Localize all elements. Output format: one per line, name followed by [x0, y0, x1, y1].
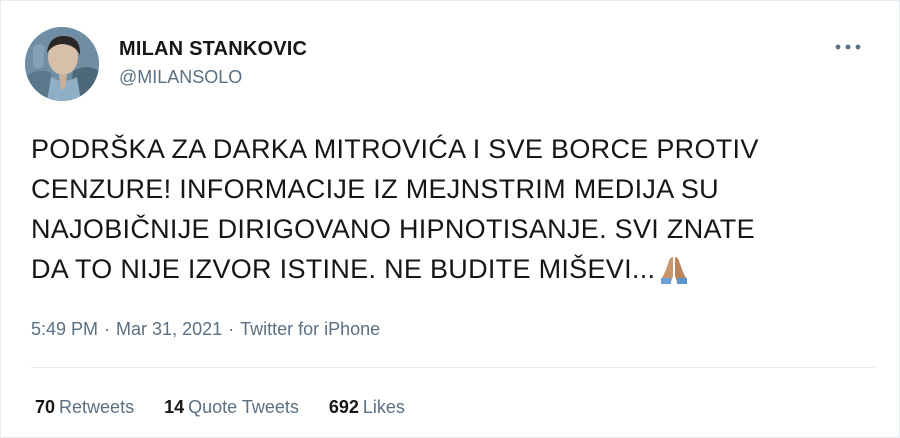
more-options-button[interactable] [831, 37, 865, 57]
user-handle[interactable]: @MILANSOLO [119, 65, 307, 89]
retweets-count: 70 [35, 397, 56, 417]
meta-separator: · [228, 319, 235, 339]
retweets-label: Retweets [59, 397, 135, 417]
tweet-date[interactable]: Mar 31, 2021 [116, 319, 222, 339]
divider [31, 367, 875, 368]
tweet-stats: 70 Retweets 14 Quote Tweets 692 Likes [35, 395, 435, 419]
tweet-card: MILAN STANKOVIC @MILANSOLO PODRŠKA ZA DA… [0, 0, 900, 438]
retweets-stat[interactable]: 70 Retweets [35, 395, 134, 419]
display-name[interactable]: MILAN STANKOVIC [119, 37, 307, 61]
user-info: MILAN STANKOVIC @MILANSOLO [119, 37, 307, 89]
tweet-text-line: NAJOBIČNIJE DIRIGOVANO HIPNOTISANJE. SVI… [31, 214, 755, 244]
tweet-text-line-content: DA TO NIJE IZVOR ISTINE. NE BUDITE MIŠEV… [31, 254, 656, 284]
tweet-text-line: CENZURE! INFORMACIJE IZ MEJNSTRIM MEDIJA… [31, 174, 719, 204]
tweet-source[interactable]: Twitter for iPhone [240, 319, 380, 339]
meta-separator: · [104, 319, 111, 339]
tweet-time[interactable]: 5:49 PM [31, 319, 98, 339]
quote-tweets-label: Quote Tweets [188, 397, 299, 417]
likes-count: 692 [328, 397, 359, 417]
likes-stat[interactable]: 692 Likes [329, 395, 405, 419]
quote-tweets-count: 14 [164, 397, 185, 417]
tweet-header: MILAN STANKOVIC @MILANSOLO [25, 23, 875, 101]
tweet-meta: 5:49 PM · Mar 31, 2021 · Twitter for iPhone [31, 317, 380, 341]
quote-tweets-stat[interactable]: 14 Quote Tweets [164, 395, 299, 419]
tweet-text: PODRŠKA ZA DARKA MITROVIĆA I SVE BORCE P… [31, 129, 871, 295]
likes-label: Likes [362, 397, 405, 417]
folded-hands-icon [659, 254, 689, 295]
avatar-photo [25, 27, 99, 101]
avatar[interactable] [25, 27, 99, 101]
tweet-text-line: DA TO NIJE IZVOR ISTINE. NE BUDITE MIŠEV… [31, 249, 871, 295]
tweet-text-line: PODRŠKA ZA DARKA MITROVIĆA I SVE BORCE P… [31, 134, 759, 164]
more-horizontal-icon [835, 44, 861, 50]
